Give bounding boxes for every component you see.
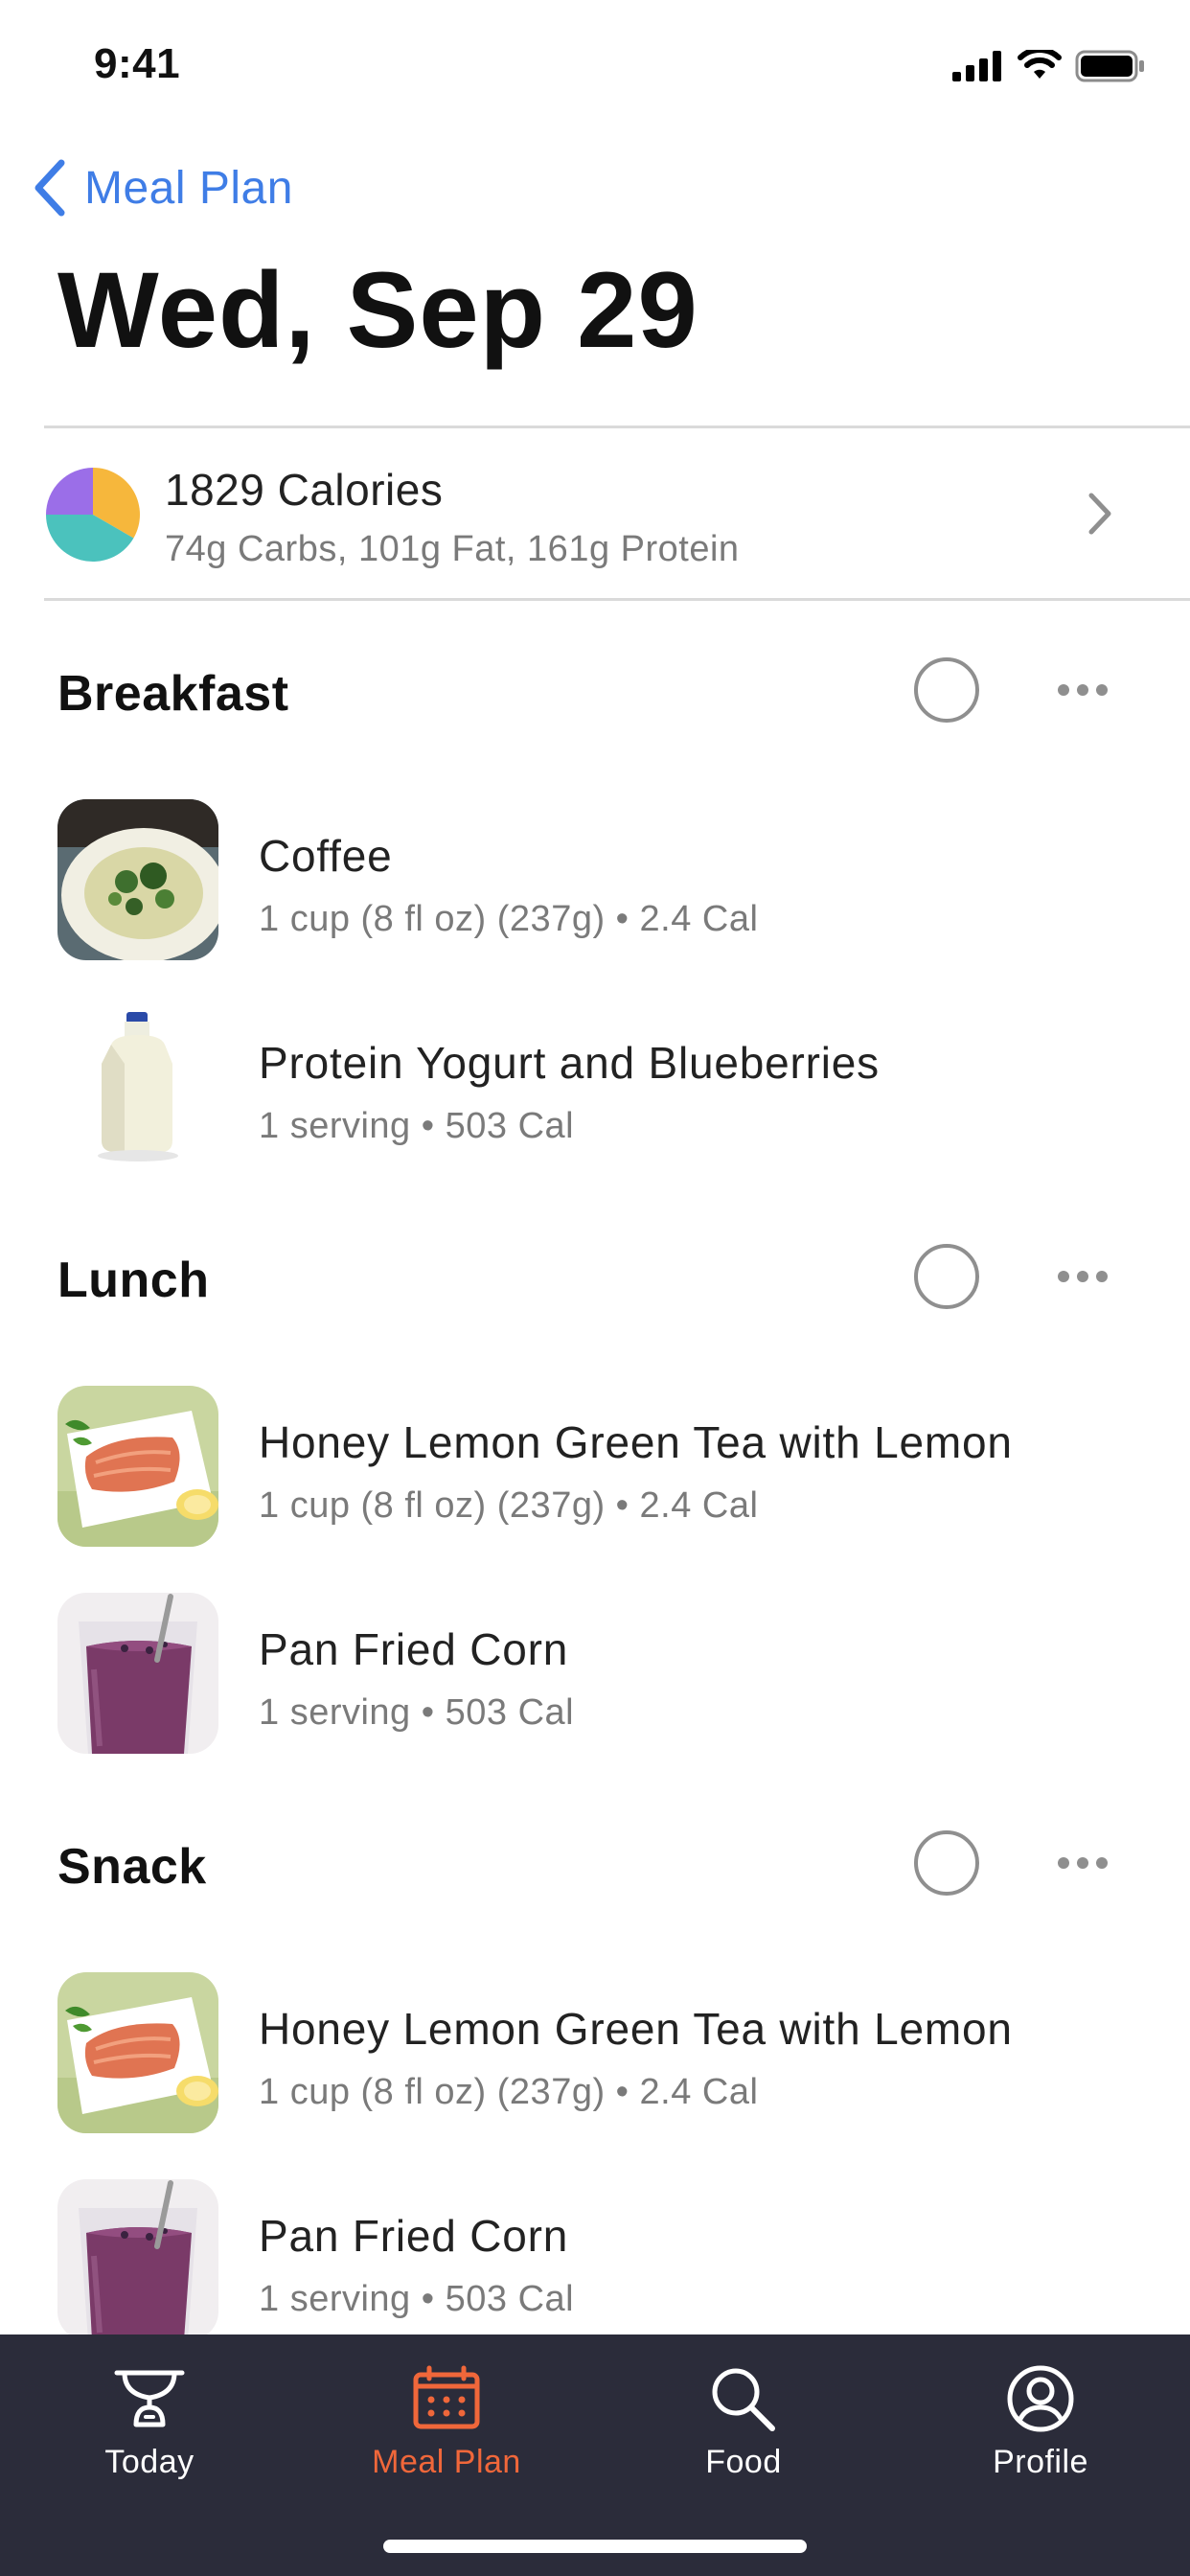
food-name: Pan Fried Corn (259, 2211, 569, 2261)
meal-section-snack: Snack (0, 1806, 1190, 1920)
more-options-icon[interactable] (1058, 1852, 1115, 1874)
food-item-row[interactable]: Honey Lemon Green Tea with Lemon 1 cup (… (0, 1951, 1190, 2143)
wifi-icon (1018, 50, 1062, 79)
section-title: Snack (57, 1839, 207, 1895)
food-serving-calories: 1 cup (8 fl oz) (237g) • 2.4 Cal (259, 1485, 759, 1526)
macro-breakdown: 74g Carbs, 101g Fat, 161g Protein (165, 529, 740, 569)
food-serving-calories: 1 cup (8 fl oz) (237g) • 2.4 Cal (259, 2072, 759, 2112)
section-header: Lunch (0, 1219, 1190, 1334)
nutrition-summary-row[interactable]: 1829 Calories 74g Carbs, 101g Fat, 161g … (44, 429, 1190, 598)
pasta-bowl-photo (57, 799, 218, 960)
food-name: Honey Lemon Green Tea with Lemon (259, 2004, 1013, 2054)
meal-complete-toggle[interactable] (914, 657, 979, 723)
more-options-icon[interactable] (1058, 1265, 1115, 1288)
tab-label: Food (705, 2444, 782, 2480)
food-name: Honey Lemon Green Tea with Lemon (259, 1417, 1013, 1467)
salmon-plate-photo (57, 1972, 218, 2133)
meal-complete-toggle[interactable] (914, 1830, 979, 1896)
berry-smoothie-photo (57, 2179, 218, 2340)
macro-pie-chart (46, 468, 140, 562)
berry-smoothie-photo (57, 1593, 218, 1754)
food-serving-calories: 1 serving • 503 Cal (259, 1692, 575, 1733)
food-item-row[interactable]: Protein Yogurt and Blueberries 1 serving… (0, 985, 1190, 1177)
meal-section-breakfast: Breakfast (0, 632, 1190, 748)
status-time: 9:41 (94, 40, 181, 87)
food-item-row[interactable]: Pan Fried Corn 1 serving • 503 Cal (0, 1572, 1190, 1763)
more-options-icon[interactable] (1058, 678, 1115, 702)
search-icon (712, 2368, 775, 2431)
status-icons (952, 50, 1146, 82)
home-indicator (383, 2540, 807, 2553)
tab-food[interactable]: Food (629, 2354, 858, 2507)
profile-icon (1007, 2365, 1074, 2432)
meal-complete-toggle[interactable] (914, 1244, 979, 1309)
food-item-row[interactable]: Honey Lemon Green Tea with Lemon 1 cup (… (0, 1365, 1190, 1556)
meal-section-lunch: Lunch (0, 1219, 1190, 1334)
food-name: Pan Fried Corn (259, 1624, 569, 1674)
food-serving-calories: 1 serving • 503 Cal (259, 1106, 575, 1146)
section-header: Breakfast (0, 632, 1190, 748)
divider (44, 426, 1190, 428)
tab-label: Profile (993, 2444, 1088, 2480)
milk-jug-photo (57, 1006, 218, 1167)
chevron-left-icon (34, 159, 65, 217)
salmon-plate-photo (57, 1386, 218, 1547)
back-button-label: Meal Plan (84, 162, 293, 214)
page-title: Wed, Sep 29 (57, 250, 698, 370)
food-item-row[interactable]: Coffee 1 cup (8 fl oz) (237g) • 2.4 Cal (0, 778, 1190, 970)
back-button[interactable]: Meal Plan (31, 157, 293, 218)
total-calories: 1829 Calories (165, 465, 444, 515)
food-item-row[interactable]: Pan Fried Corn 1 serving • 503 Cal (0, 2158, 1190, 2350)
calendar-icon (413, 2365, 480, 2429)
tab-today[interactable]: Today (34, 2354, 264, 2507)
section-title: Breakfast (57, 666, 289, 722)
section-header: Snack (0, 1806, 1190, 1920)
food-name: Protein Yogurt and Blueberries (259, 1038, 880, 1088)
cellular-signal-icon (952, 51, 1001, 81)
food-name: Coffee (259, 831, 393, 881)
status-bar: 9:41 (0, 0, 1190, 125)
divider (44, 598, 1190, 601)
battery-icon (1075, 50, 1144, 82)
section-title: Lunch (57, 1253, 210, 1308)
scale-icon (114, 2370, 185, 2427)
tab-label: Today (104, 2444, 195, 2480)
tab-profile[interactable]: Profile (926, 2354, 1156, 2507)
food-serving-calories: 1 serving • 503 Cal (259, 2279, 575, 2319)
chevron-right-icon (1088, 493, 1111, 535)
tab-meal-plan[interactable]: Meal Plan (332, 2354, 561, 2507)
food-serving-calories: 1 cup (8 fl oz) (237g) • 2.4 Cal (259, 899, 759, 939)
tab-label: Meal Plan (372, 2444, 521, 2480)
